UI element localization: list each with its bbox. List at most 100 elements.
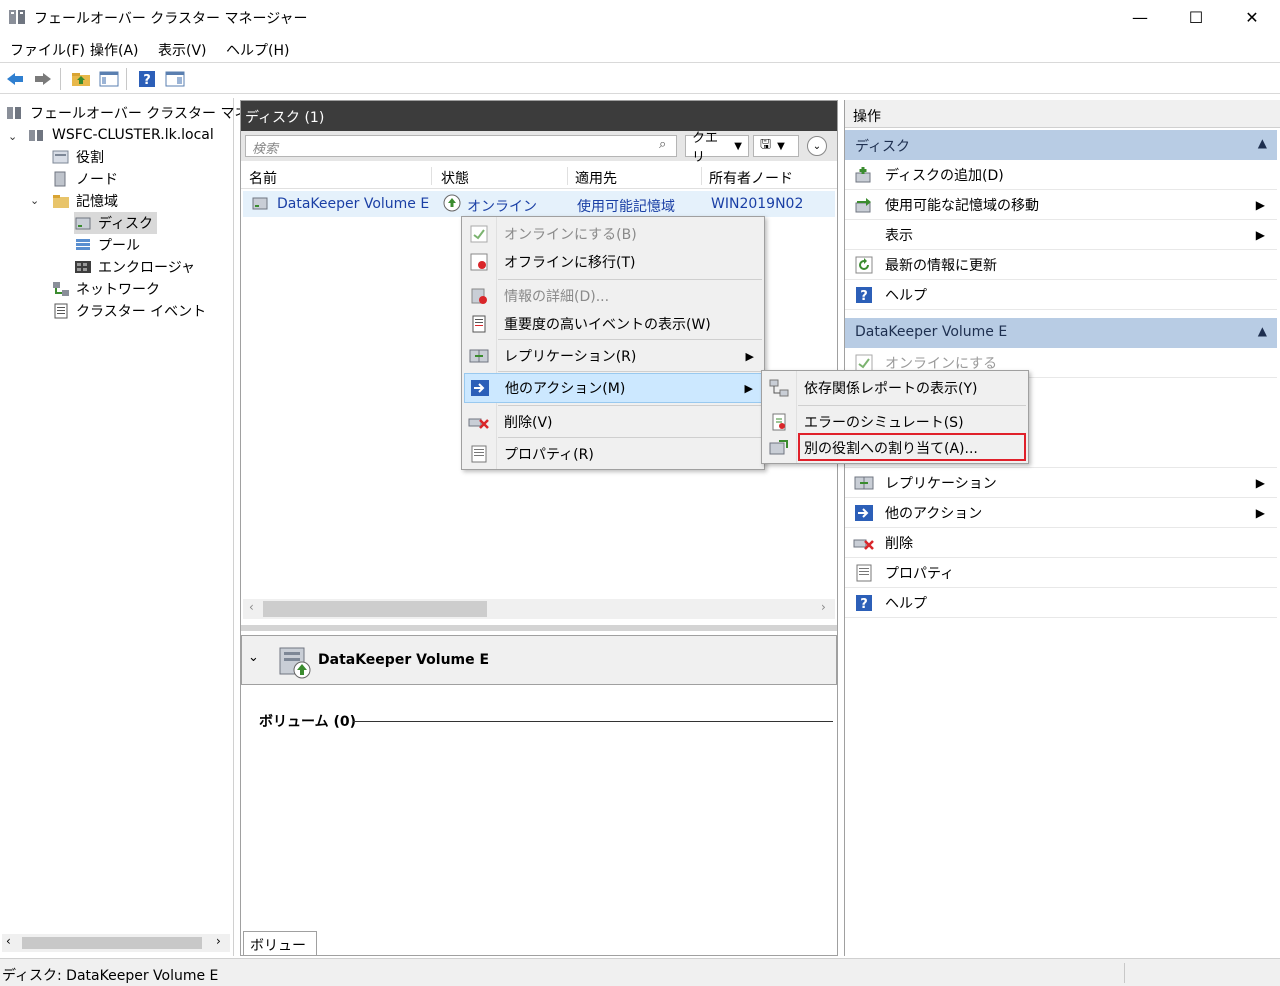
pane-splitter[interactable] xyxy=(241,625,837,631)
table-row[interactable]: DataKeeper Volume E オンライン 使用可能記憶域 WIN201… xyxy=(243,191,835,217)
tree-item-events[interactable]: クラスター イベント xyxy=(52,300,206,322)
ctx-properties[interactable]: プロパティ(R) xyxy=(464,439,762,469)
pool-icon xyxy=(74,237,92,253)
ctx-more-info[interactable]: 情報の詳細(D)... xyxy=(464,281,762,311)
search-input[interactable]: 検索 xyxy=(245,135,677,157)
save-query-button[interactable]: 🖫 ▼ xyxy=(753,135,799,157)
column-assigned-to[interactable]: 適用先 xyxy=(575,168,617,188)
properties-icon xyxy=(853,563,875,583)
simulate-failure-icon xyxy=(764,413,794,431)
actions-section-disks[interactable]: ディスク ▲ xyxy=(845,130,1277,160)
action-more-actions[interactable]: 他のアクション ▶ xyxy=(845,498,1277,528)
scroll-left-icon[interactable]: ‹ xyxy=(249,600,254,614)
tree-item-storage[interactable]: 記憶域 xyxy=(52,190,118,212)
chevron-down-icon[interactable]: ⌄ xyxy=(8,130,17,143)
scroll-right-icon[interactable]: › xyxy=(216,934,221,948)
cluster-icon xyxy=(28,127,46,143)
action-add-disk[interactable]: ディスクの追加(D) xyxy=(845,160,1277,190)
submenu-arrow-icon: ▶ xyxy=(1255,227,1265,242)
minimize-button[interactable]: — xyxy=(1112,0,1168,34)
forward-arrow-icon[interactable] xyxy=(32,69,54,89)
column-name[interactable]: 名前 xyxy=(249,168,277,188)
row-assigned-to: 使用可能記憶域 xyxy=(577,199,675,215)
tree-item-pools[interactable]: プール xyxy=(74,234,140,256)
actions-pane: 操作 ディスク ▲ ディスクの追加(D) 使用可能な記憶域の移動 ▶ 表示 ▶ … xyxy=(844,100,1280,956)
menu-file[interactable]: ファイル(F) xyxy=(10,40,85,60)
tree-item-networks[interactable]: ネットワーク xyxy=(52,278,160,300)
show-hide-tree-icon[interactable] xyxy=(98,69,120,89)
search-icon[interactable]: ⌕ xyxy=(659,137,666,152)
event-log-icon xyxy=(52,303,70,319)
back-arrow-icon[interactable] xyxy=(4,69,26,89)
actions-title: 操作 xyxy=(845,100,1280,128)
navigation-tree: フェールオーバー クラスター マネージャ ⌄ WSFC-CLUSTER.lk.l… xyxy=(0,98,290,956)
tree-horizontal-scrollbar[interactable]: ‹ › xyxy=(2,934,230,952)
online-status-icon xyxy=(443,194,461,212)
query-button[interactable]: クエリ ▼ xyxy=(685,131,749,165)
scroll-thumb[interactable] xyxy=(263,601,487,617)
context-menu: オンラインにする(B) オフラインに移行(T) 情報の詳細(D)... 重要度の… xyxy=(461,216,765,470)
ctx-delete[interactable]: 削除(V) xyxy=(464,407,762,437)
submenu-arrow-icon: ▶ xyxy=(745,349,754,363)
up-folder-icon[interactable] xyxy=(70,69,92,89)
ctx-show-critical-events[interactable]: 重要度の高いイベントの表示(W) xyxy=(464,309,762,339)
dropdown-arrow-icon: ▼ xyxy=(777,140,785,152)
collapse-chevron-icon[interactable]: ⌄ xyxy=(248,650,259,665)
row-name: DataKeeper Volume E xyxy=(277,196,430,212)
scroll-right-icon[interactable]: › xyxy=(821,600,826,614)
help-icon: ? xyxy=(853,285,875,305)
tree-item-roles[interactable]: 役割 xyxy=(52,146,104,168)
action-help[interactable]: ? ヘルプ xyxy=(845,280,1277,310)
collapse-triangle-icon[interactable]: ▲ xyxy=(1258,324,1267,338)
help-icon[interactable]: ? xyxy=(136,69,158,89)
close-button[interactable]: ✕ xyxy=(1224,0,1280,34)
maximize-button[interactable]: ☐ xyxy=(1168,0,1224,34)
more-actions-submenu: 依存関係レポートの表示(Y) エラーのシミュレート(S) 別の役割への割り当て(… xyxy=(761,370,1029,464)
action-properties[interactable]: プロパティ xyxy=(845,558,1277,588)
tree-item-disks[interactable]: ディスク xyxy=(74,212,158,234)
column-owner-node[interactable]: 所有者ノード xyxy=(709,168,793,188)
disk-icon xyxy=(74,215,92,231)
menu-view[interactable]: 表示(V) xyxy=(158,40,207,60)
actions-section-volume[interactable]: DataKeeper Volume E ▲ xyxy=(845,318,1277,348)
tree-item-nodes[interactable]: ノード xyxy=(52,168,118,190)
scroll-thumb[interactable] xyxy=(22,937,202,949)
collapse-triangle-icon[interactable]: ▲ xyxy=(1258,136,1267,150)
roles-icon xyxy=(52,149,70,165)
highlight-box xyxy=(798,433,1026,461)
detail-title: DataKeeper Volume E xyxy=(318,652,490,668)
ctx-bring-online[interactable]: オンラインにする(B) xyxy=(464,219,762,249)
dropdown-arrow-icon: ▼ xyxy=(734,140,742,152)
more-actions-icon xyxy=(465,379,495,397)
action-help-volume[interactable]: ? ヘルプ xyxy=(845,588,1277,618)
expand-chevron-icon[interactable]: ⌄ xyxy=(807,136,827,156)
action-delete[interactable]: 削除 xyxy=(845,528,1277,558)
column-status[interactable]: 状態 xyxy=(441,168,469,188)
cluster-manager-icon xyxy=(6,105,24,121)
menu-help[interactable]: ヘルプ(H) xyxy=(226,40,289,60)
window-title: フェールオーバー クラスター マネージャー xyxy=(34,11,308,27)
action-view[interactable]: 表示 ▶ xyxy=(845,220,1277,250)
action-replication[interactable]: レプリケーション ▶ xyxy=(845,468,1277,498)
add-disk-icon xyxy=(853,165,875,185)
show-action-pane-icon[interactable] xyxy=(164,69,186,89)
ctx-more-actions[interactable]: 他のアクション(M) ▶ xyxy=(464,373,762,403)
tree-item-cluster[interactable]: WSFC-CLUSTER.lk.local xyxy=(28,124,214,146)
list-horizontal-scrollbar[interactable]: ‹ › xyxy=(243,599,835,619)
enclosure-icon xyxy=(74,259,92,275)
volume-section-label: ボリューム (0) xyxy=(259,714,356,730)
svg-text:?: ? xyxy=(860,597,868,612)
help-icon: ? xyxy=(853,593,875,613)
ctx-replication[interactable]: レプリケーション(R) ▶ xyxy=(464,341,762,371)
tree-item-enclosures[interactable]: エンクロージャ xyxy=(74,256,195,278)
scroll-left-icon[interactable]: ‹ xyxy=(6,934,11,948)
tab-volumes[interactable]: ボリューム xyxy=(243,931,317,974)
sub-dependency-report[interactable]: 依存関係レポートの表示(Y) xyxy=(764,373,1026,403)
chevron-down-icon[interactable]: ⌄ xyxy=(30,194,39,207)
search-row: 検索 ⌕ クエリ ▼ 🖫 ▼ ⌄ xyxy=(241,131,837,165)
action-move-storage[interactable]: 使用可能な記憶域の移動 ▶ xyxy=(845,190,1277,220)
take-offline-icon xyxy=(464,253,494,271)
action-refresh[interactable]: 最新の情報に更新 xyxy=(845,250,1277,280)
ctx-take-offline[interactable]: オフラインに移行(T) xyxy=(464,247,762,277)
menu-action[interactable]: 操作(A) xyxy=(90,40,139,60)
